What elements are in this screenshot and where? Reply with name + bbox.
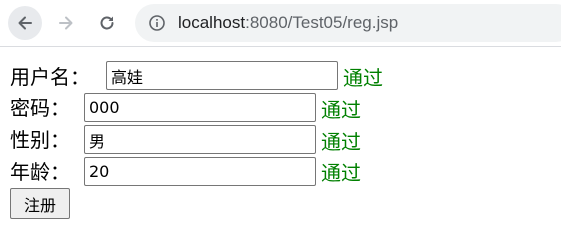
url-text[interactable]: localhost:8080/Test05/reg.jsp [178, 13, 398, 33]
reload-button[interactable] [90, 6, 124, 40]
age-status: 通过 [321, 161, 361, 185]
username-status: 通过 [343, 66, 383, 90]
password-row: 密码： [10, 91, 70, 121]
password-status: 通过 [321, 98, 361, 122]
age-input[interactable] [84, 157, 316, 186]
url-host: localhost [178, 13, 246, 32]
gender-label: 性别： [10, 127, 70, 152]
password-input[interactable] [84, 93, 316, 122]
info-icon[interactable] [148, 14, 166, 32]
password-label: 密码： [10, 95, 70, 120]
age-row: 年龄： [10, 155, 70, 185]
forward-button[interactable] [49, 6, 83, 40]
gender-input[interactable] [84, 125, 316, 154]
username-row: 用户名： [10, 60, 90, 90]
back-arrow-icon [18, 16, 32, 30]
register-button[interactable]: 注册 [10, 188, 70, 219]
username-input[interactable] [106, 61, 338, 90]
username-label: 用户名： [10, 64, 90, 89]
url-path: :8080/Test05/reg.jsp [245, 13, 399, 32]
gender-status: 通过 [321, 130, 361, 154]
gender-row: 性别： [10, 123, 70, 153]
reload-icon [100, 16, 114, 30]
back-button[interactable] [8, 6, 42, 40]
browser-toolbar: localhost:8080/Test05/reg.jsp [0, 0, 561, 47]
forward-arrow-icon [59, 16, 73, 30]
address-bar[interactable]: localhost:8080/Test05/reg.jsp [135, 4, 561, 42]
age-label: 年龄： [10, 159, 70, 184]
